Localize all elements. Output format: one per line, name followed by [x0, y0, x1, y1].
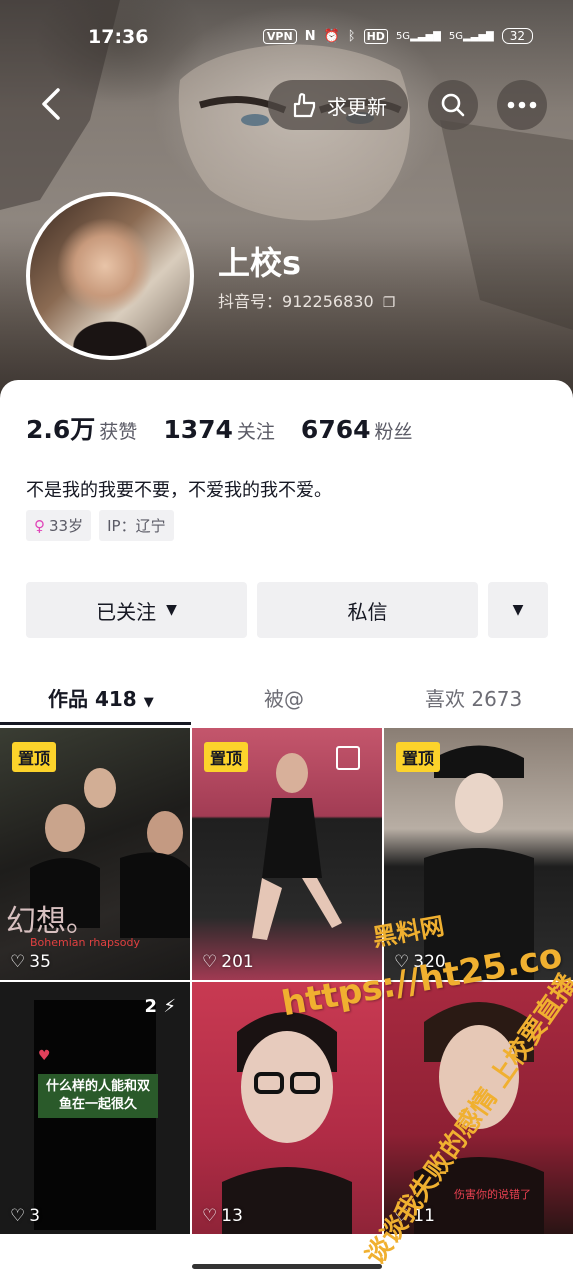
lightning-icon: ⚡ — [163, 996, 176, 1017]
likes-count-value: 3 — [29, 1206, 41, 1226]
douyin-id-label: 抖音号： — [218, 292, 283, 311]
heart-sticker-icon: ♥ — [38, 1048, 51, 1064]
douyin-id[interactable]: 抖音号：912256830 ❐ — [218, 288, 395, 312]
count-badge-value: 2 — [144, 996, 158, 1017]
caret-down-icon: ▼ — [166, 602, 177, 618]
video-banner: 什么样的人能和双鱼在一起很久 — [38, 1074, 158, 1118]
active-tab-indicator — [0, 722, 191, 725]
tags-row: ♀ 33岁 IP：辽宁 — [26, 510, 174, 541]
tab-mentioned[interactable]: 被@ — [264, 683, 304, 712]
tab-works-label: 作品 418 — [48, 687, 137, 711]
video-caption: 伤害你的说错了 — [454, 1188, 531, 1201]
hand-point-icon — [293, 93, 316, 118]
battery-icon: 32 — [501, 28, 533, 44]
vpn-icon: VPN — [262, 28, 297, 44]
signal-5g-2-label: 5G — [448, 30, 463, 42]
stat-likes[interactable]: 2.6万 获赞 — [26, 410, 137, 446]
likes-count: ♡ 201 — [202, 952, 254, 972]
stat-following[interactable]: 1374 关注 — [163, 415, 275, 444]
profile-name: 上校s — [218, 244, 302, 282]
stat-followers-label: 粉丝 — [374, 421, 413, 443]
heart-icon: ♡ — [10, 1206, 26, 1226]
more-icon — [507, 101, 537, 109]
copy-icon[interactable]: ❐ — [383, 295, 396, 311]
age-tag: ♀ 33岁 — [26, 510, 92, 541]
bio-text: 不是我的我要不要，不爱我的我不爱。 — [26, 480, 332, 501]
chevron-left-icon — [42, 88, 60, 120]
back-button[interactable] — [38, 86, 66, 122]
select-checkbox[interactable] — [336, 746, 360, 770]
hd-icon: HD — [363, 28, 388, 44]
action-buttons: 已关注 ▼ 私信 ▼ — [26, 582, 548, 638]
signal-5g-1-icon: 5G▂▃▅▇ — [395, 30, 441, 42]
video-caption: 幻想。 — [6, 904, 96, 939]
bluetooth-icon: ᛒ — [347, 28, 356, 44]
stats-row: 2.6万 获赞 1374 关注 6764 粉丝 — [26, 410, 413, 446]
signal-5g-2-icon: 5G▂▃▅▇ — [448, 30, 494, 42]
stat-following-num: 1374 — [163, 415, 233, 444]
following-button[interactable]: 已关注 ▼ — [26, 582, 247, 638]
female-icon: ♀ — [34, 516, 45, 535]
count-badge: 2 ⚡ — [145, 996, 176, 1017]
alarm-icon: ⏰ — [323, 28, 340, 44]
stat-followers-num: 6764 — [300, 415, 371, 444]
search-icon — [441, 93, 465, 117]
douyin-id-value: 912256830 — [282, 292, 374, 311]
signal-5g-1-label: 5G — [395, 30, 411, 42]
following-label: 已关注 — [96, 599, 157, 624]
heart-icon: ♡ — [202, 952, 218, 972]
stat-likes-label: 获赞 — [99, 421, 138, 443]
likes-count-value: 13 — [221, 1206, 243, 1226]
video-subcaption: Bohemian rhapsody — [30, 936, 140, 949]
video-thumb[interactable]: 置顶 幻想。 Bohemian rhapsody ♡ 35 — [0, 728, 190, 980]
content-tabs: 作品 418 ▼ 被@ 喜欢 2673 — [0, 665, 573, 721]
ip-label: IP：辽宁 — [107, 517, 166, 535]
video-thumb[interactable]: 置顶 ♡ 201 — [192, 728, 382, 980]
message-label: 私信 — [347, 599, 388, 624]
avatar[interactable] — [26, 192, 194, 360]
ip-tag: IP：辽宁 — [99, 510, 174, 541]
search-button[interactable] — [428, 80, 478, 130]
pinned-badge: 置顶 — [204, 742, 249, 772]
caret-down-icon: ▼ — [143, 695, 154, 710]
likes-count: ♡ 35 — [10, 952, 51, 972]
request-update-label: 求更新 — [327, 94, 387, 119]
nfc-icon: N — [304, 28, 316, 44]
stat-following-label: 关注 — [236, 421, 275, 443]
stat-followers[interactable]: 6764 粉丝 — [301, 415, 413, 444]
heart-icon: ♡ — [10, 952, 26, 972]
likes-count-value: 201 — [221, 952, 254, 972]
caret-down-icon: ▼ — [512, 602, 524, 618]
more-actions-button[interactable]: ▼ — [488, 582, 548, 638]
likes-count-value: 35 — [29, 952, 51, 972]
home-indicator[interactable] — [192, 1264, 382, 1269]
heart-icon: ♡ — [202, 1206, 218, 1226]
age-label: 33岁 — [49, 517, 84, 535]
tab-liked[interactable]: 喜欢 2673 — [425, 683, 522, 712]
pinned-badge: 置顶 — [12, 742, 57, 772]
pinned-badge: 置顶 — [396, 742, 441, 772]
request-update-button[interactable]: 求更新 — [268, 80, 408, 130]
status-time: 17:36 — [88, 26, 149, 48]
likes-count: ♡ 13 — [202, 1206, 243, 1226]
likes-count: ♡ 3 — [10, 1206, 40, 1226]
status-bar: 17:36 VPN N ⏰ ᛒ HD 5G▂▃▅▇ 5G▂▃▅▇ 32 — [0, 22, 573, 54]
message-button[interactable]: 私信 — [257, 582, 478, 638]
tab-works[interactable]: 作品 418 ▼ — [48, 683, 154, 712]
more-button[interactable] — [497, 80, 547, 130]
video-thumb[interactable]: ♥ 什么样的人能和双鱼在一起很久 2 ⚡ ♡ 3 — [0, 982, 190, 1234]
stat-likes-num: 2.6万 — [26, 415, 96, 444]
profile-sheet: 2.6万 获赞 1374 关注 6764 粉丝 不是我的我要不要，不爱我的我不爱。 ♀… — [0, 380, 573, 1280]
